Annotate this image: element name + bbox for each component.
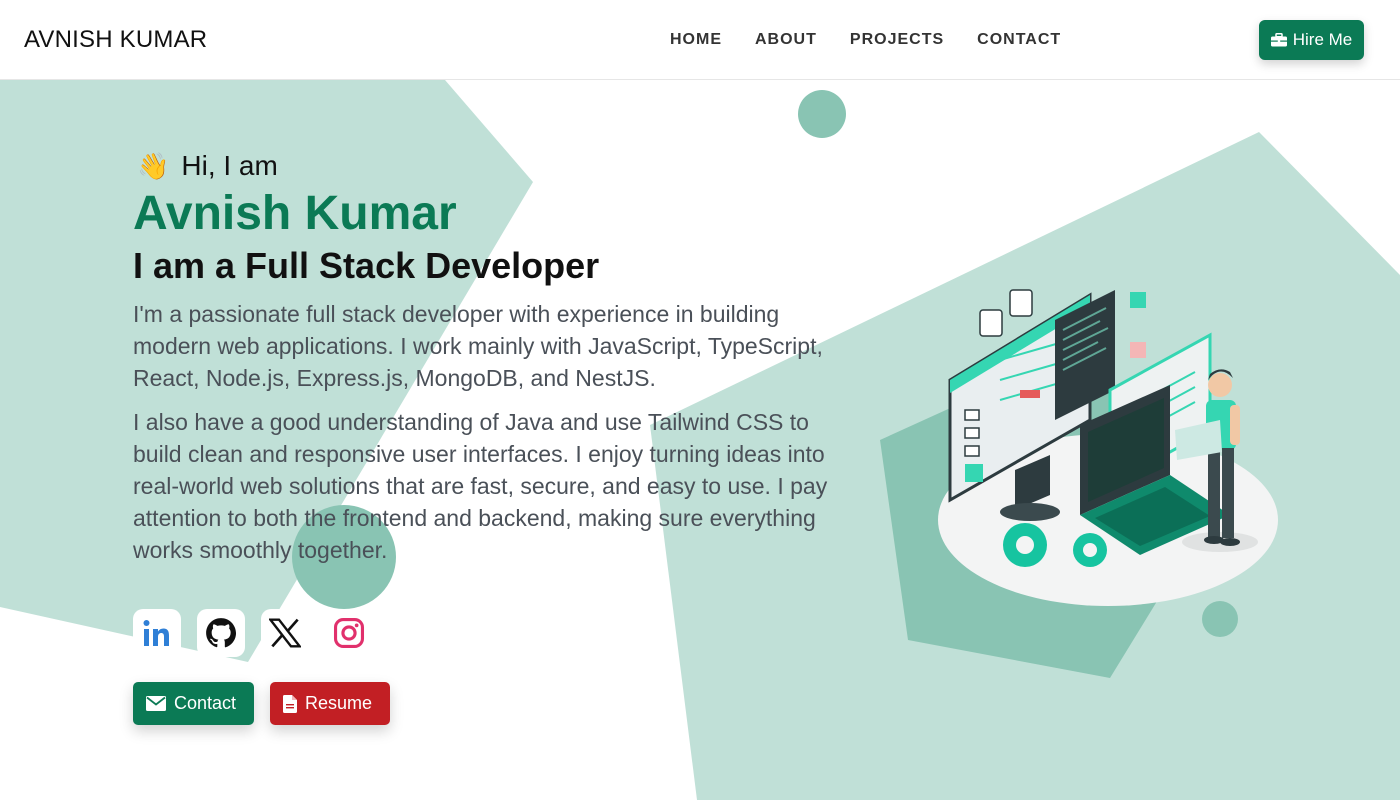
nav-about[interactable]: ABOUT [755,31,817,49]
instagram-icon[interactable] [325,609,373,657]
nav-links: HOME ABOUT PROJECTS CONTACT [670,31,1094,49]
nav-projects[interactable]: PROJECTS [850,31,944,49]
x-icon[interactable] [261,609,309,657]
hero-actions: Contact Resume [133,682,390,725]
skills-paragraph: I also have a good understanding of Java… [133,409,828,563]
hire-me-label: Hire Me [1292,30,1353,49]
contact-label: Contact [174,693,237,713]
bg-circle-top [798,90,846,138]
navbar: AVNISH KUMAR HOME ABOUT PROJECTS CONTACT… [0,0,1400,80]
intro-paragraph: I'm a passionate full stack developer wi… [133,301,823,391]
contact-button[interactable]: Contact [133,682,254,725]
github-icon[interactable] [197,609,245,657]
linkedin-icon[interactable] [133,609,181,657]
hero-name: Avnish Kumar [133,187,457,240]
social-links [133,609,373,657]
waving-hand-icon: 👋 [137,150,170,181]
greeting-text: Hi, I am [181,150,278,181]
resume-label: Resume [305,693,373,713]
resume-button[interactable]: Resume [270,682,390,725]
hero-role: I am a Full Stack Developer [133,245,600,286]
envelope-icon [146,696,166,711]
nav-contact[interactable]: CONTACT [977,31,1061,49]
developer-illustration [938,289,1278,606]
nav-home[interactable]: HOME [670,31,722,49]
brand-logo[interactable]: AVNISH KUMAR [24,26,207,54]
hero-section: 👋 Hi, I am Avnish Kumar I am a Full Stac… [133,150,873,566]
document-icon [283,694,297,713]
greeting: 👋 Hi, I am [137,150,873,182]
briefcase-icon [1270,33,1287,47]
hire-me-button[interactable]: Hire Me [1259,20,1364,60]
